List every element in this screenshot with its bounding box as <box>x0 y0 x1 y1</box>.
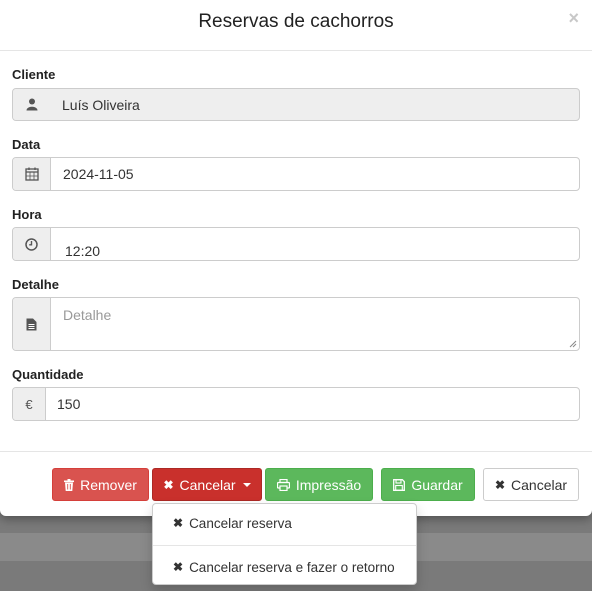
menu-item-label: Cancelar reserva e fazer o retorno <box>189 559 395 575</box>
cancelar-button[interactable]: ✖ Cancelar <box>483 468 579 501</box>
euro-icon: € <box>13 388 46 420</box>
cancelar-dropdown-menu: ✖ Cancelar reserva ✖ Cancelar reserva e … <box>152 503 417 585</box>
trash-icon <box>64 478 75 491</box>
modal-dialog: Reservas de cachorros × Cliente Luís Oli… <box>0 0 592 516</box>
menu-item-cancelar-reserva-retorno[interactable]: ✖ Cancelar reserva e fazer o retorno <box>153 548 416 586</box>
menu-item-label: Cancelar reserva <box>189 515 292 531</box>
cliente-value: Luís Oliveira <box>62 96 140 113</box>
times-icon: ✖ <box>173 560 184 574</box>
calendar-icon[interactable] <box>13 158 51 190</box>
modal-title: Reservas de cachorros <box>198 11 394 32</box>
save-icon <box>393 478 406 491</box>
guardar-button[interactable]: Guardar <box>381 468 475 501</box>
times-icon: ✖ <box>163 477 174 492</box>
close-icon[interactable]: × <box>568 9 579 27</box>
detalhe-textarea[interactable]: Detalhe <box>12 297 580 351</box>
guardar-label: Guardar <box>411 476 463 493</box>
menu-item-cancelar-reserva[interactable]: ✖ Cancelar reserva <box>153 504 416 542</box>
document-icon <box>13 298 51 350</box>
user-icon <box>13 89 51 120</box>
print-icon <box>276 478 290 491</box>
impressao-button[interactable]: Impressão <box>265 468 373 501</box>
menu-divider <box>153 545 416 546</box>
date-input[interactable]: 2024-11-05 <box>12 157 580 191</box>
quantidade-label: Quantidade <box>12 367 84 382</box>
modal-header: Reservas de cachorros × <box>0 0 592 51</box>
resize-handle-icon[interactable] <box>569 340 577 348</box>
data-label: Data <box>12 137 41 152</box>
cancelar-dropdown-label: Cancelar <box>179 476 236 493</box>
detalhe-placeholder[interactable]: Detalhe <box>51 298 579 350</box>
cliente-label: Cliente <box>12 67 56 82</box>
time-value[interactable]: 12:20 <box>51 228 579 260</box>
times-icon: ✖ <box>173 516 184 530</box>
remover-button[interactable]: Remover <box>52 468 149 501</box>
time-input[interactable]: 12:20 <box>12 227 580 261</box>
detalhe-label: Detalhe <box>12 277 59 292</box>
cliente-field: Luís Oliveira <box>12 88 580 121</box>
remover-label: Remover <box>80 476 137 493</box>
date-value[interactable]: 2024-11-05 <box>51 158 579 190</box>
quantidade-value[interactable]: 150 <box>46 388 579 420</box>
caret-down-icon <box>242 482 251 487</box>
quantidade-input[interactable]: € 150 <box>12 387 580 421</box>
cancelar-dropdown-button[interactable]: ✖ Cancelar <box>152 468 262 501</box>
clock-icon[interactable] <box>13 228 51 260</box>
cancelar-label: Cancelar <box>511 476 568 493</box>
hora-label: Hora <box>12 207 42 222</box>
impressao-label: Impressão <box>295 476 362 493</box>
times-icon: ✖ <box>494 477 506 492</box>
